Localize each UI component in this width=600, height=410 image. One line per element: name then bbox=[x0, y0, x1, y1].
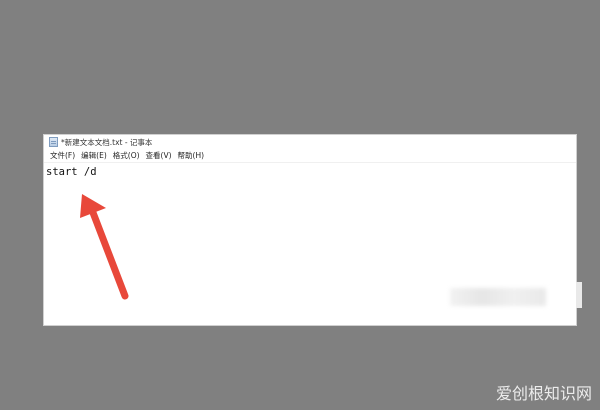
scrollbar-stub bbox=[576, 282, 582, 308]
title-bar: *新建文本文档.txt - 记事本 bbox=[44, 135, 576, 149]
editor-content: start /d bbox=[46, 166, 97, 178]
menu-bar: 文件(F) 编辑(E) 格式(O) 查看(V) 帮助(H) bbox=[44, 149, 576, 163]
menu-view[interactable]: 查看(V) bbox=[143, 149, 175, 162]
menu-format[interactable]: 格式(O) bbox=[110, 149, 143, 162]
arrow-icon bbox=[80, 194, 129, 300]
menu-edit[interactable]: 编辑(E) bbox=[78, 149, 110, 162]
notepad-icon bbox=[49, 137, 58, 147]
blurred-region bbox=[450, 288, 546, 306]
red-arrow-annotation bbox=[80, 194, 129, 300]
watermark-text: 爱创根知识网 bbox=[495, 384, 592, 403]
menu-file[interactable]: 文件(F) bbox=[47, 149, 78, 162]
menu-help[interactable]: 帮助(H) bbox=[175, 149, 208, 162]
window-title: *新建文本文档.txt - 记事本 bbox=[61, 137, 153, 147]
screenshot-stage: *新建文本文档.txt - 记事本 文件(F) 编辑(E) 格式(O) 查看(V… bbox=[0, 0, 600, 410]
